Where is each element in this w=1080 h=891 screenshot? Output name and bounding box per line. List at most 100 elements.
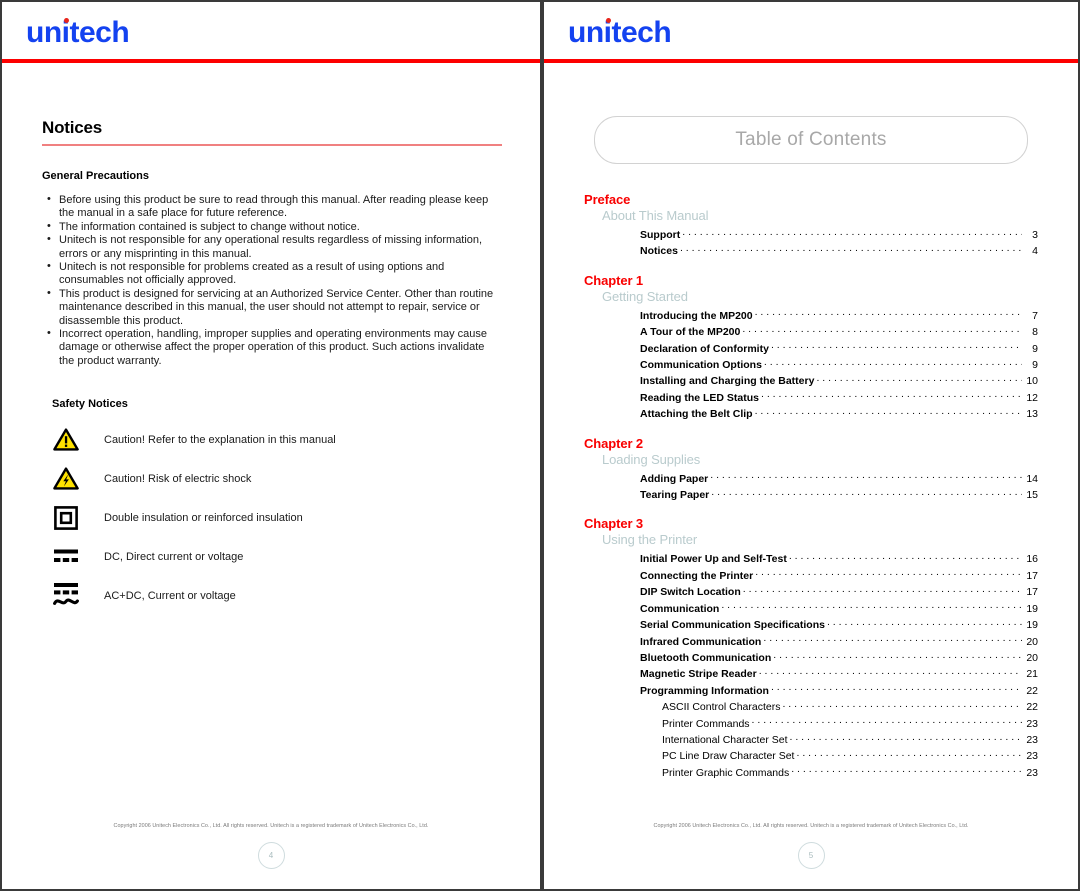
toc-entry-label: Adding Paper bbox=[640, 472, 709, 485]
toc-entry-label: Communication bbox=[640, 602, 720, 615]
general-precautions-heading: General Precautions bbox=[42, 170, 149, 182]
toc-entry-label: ASCII Control Characters bbox=[662, 701, 781, 714]
double-insulation-square-icon bbox=[40, 505, 92, 530]
toc-entry[interactable]: Declaration of Conformity 9 bbox=[640, 340, 1038, 356]
safety-notices-heading: Safety Notices bbox=[52, 398, 128, 411]
toc-entry-page-number: 23 bbox=[1026, 717, 1038, 730]
toc-section-heading: Getting Started bbox=[602, 288, 688, 304]
toc-dot-leader bbox=[721, 600, 1022, 612]
header-red-rule bbox=[2, 59, 540, 63]
toc-entry-page-number: 10 bbox=[1026, 375, 1038, 388]
toc-entry-page-number: 13 bbox=[1026, 408, 1038, 421]
page-left-body: Notices General Precautions Before using… bbox=[2, 118, 540, 615]
toc-dot-leader bbox=[816, 372, 1022, 384]
ac-dc-current-icon bbox=[40, 582, 92, 609]
toc-entry[interactable]: Reading the LED Status 12 bbox=[640, 389, 1038, 405]
toc-chapter-heading: Chapter 1 bbox=[584, 272, 644, 288]
toc-dot-leader bbox=[782, 698, 1022, 710]
toc-entry-page-number: 7 bbox=[1032, 309, 1038, 322]
table-of-contents-banner: Table of Contents bbox=[594, 116, 1028, 164]
toc-entry[interactable]: Tearing Paper 15 bbox=[640, 486, 1038, 502]
toc-entry-page-number: 9 bbox=[1032, 342, 1038, 355]
page-title-underline bbox=[42, 144, 502, 146]
toc-entry-page-number: 20 bbox=[1026, 635, 1038, 648]
toc-entry[interactable]: A Tour of the MP200 8 bbox=[640, 323, 1038, 339]
list-item: Caution! Refer to the explanation in thi… bbox=[40, 420, 502, 459]
toc-dot-leader bbox=[791, 764, 1022, 776]
warning-triangle-lightning-icon bbox=[40, 467, 92, 490]
unitech-logo: unitech bbox=[568, 16, 672, 50]
toc-entry-page-number: 19 bbox=[1026, 619, 1038, 632]
safety-item-label: Double insulation or reinforced insulati… bbox=[104, 511, 303, 524]
general-precautions-list: Before using this product be sure to rea… bbox=[40, 193, 502, 368]
toc-entry-page-number: 16 bbox=[1026, 553, 1038, 566]
toc-entry-label: Tearing Paper bbox=[640, 489, 710, 502]
toc-entry[interactable]: Support 3 bbox=[640, 226, 1038, 242]
toc-dot-leader bbox=[680, 242, 1022, 254]
table-of-contents-list: PrefaceAbout This Manual Support 3 Notices 4… bbox=[582, 192, 1040, 780]
toc-dot-leader bbox=[752, 715, 1022, 727]
toc-dot-leader bbox=[796, 747, 1022, 759]
toc-entry[interactable]: Connecting the Printer 17 bbox=[640, 567, 1038, 583]
toc-entry[interactable]: Communication 19 bbox=[640, 600, 1038, 616]
toc-entry[interactable]: Notices 4 bbox=[640, 242, 1038, 258]
toc-entry-label: Printer Commands bbox=[662, 717, 750, 730]
toc-entry-page-number: 22 bbox=[1026, 701, 1038, 714]
toc-entry-page-number: 17 bbox=[1026, 586, 1038, 599]
page-footer-right: Copyright 2006 Unitech Electronics Co., … bbox=[544, 823, 1078, 869]
toc-entry-page-number: 3 bbox=[1032, 229, 1038, 241]
toc-entry-page-number: 22 bbox=[1026, 684, 1038, 697]
toc-entry[interactable]: Programming Information 22 bbox=[640, 682, 1038, 698]
safety-item-label: AC+DC, Current or voltage bbox=[104, 589, 236, 602]
toc-entry-label: Printer Graphic Commands bbox=[662, 766, 790, 779]
toc-entry-label: Serial Communication Specifications bbox=[640, 619, 825, 632]
safety-notices-list: Caution! Refer to the explanation in thi… bbox=[40, 420, 502, 615]
toc-entry-label: Connecting the Printer bbox=[640, 569, 754, 582]
toc-section-heading: About This Manual bbox=[602, 208, 709, 223]
toc-entry-page-number: 21 bbox=[1026, 668, 1038, 681]
toc-dot-leader bbox=[761, 389, 1022, 401]
toc-entry-group: Support 3 Notices 4 bbox=[584, 226, 1040, 259]
toc-entry[interactable]: Printer Graphic Commands 23 bbox=[640, 764, 1038, 780]
toc-entry-page-number: 15 bbox=[1026, 489, 1038, 502]
toc-entry[interactable]: DIP Switch Location 17 bbox=[640, 583, 1038, 599]
toc-entry[interactable]: Communication Options 9 bbox=[640, 356, 1038, 372]
toc-entry[interactable]: International Character Set 23 bbox=[640, 731, 1038, 747]
toc-entry[interactable]: Initial Power Up and Self-Test 16 bbox=[640, 550, 1038, 566]
warning-triangle-exclamation-icon bbox=[40, 428, 92, 451]
toc-dot-leader bbox=[755, 567, 1022, 579]
toc-entry[interactable]: Installing and Charging the Battery 10 bbox=[640, 372, 1038, 388]
toc-entry[interactable]: Bluetooth Communication 20 bbox=[640, 649, 1038, 665]
document-spread: unitech Notices General Precautions Befo… bbox=[0, 0, 1080, 891]
toc-dot-leader bbox=[682, 226, 1022, 238]
toc-entry[interactable]: Serial Communication Specifications 19 bbox=[640, 616, 1038, 632]
toc-dot-leader bbox=[790, 731, 1023, 743]
toc-entry[interactable]: PC Line Draw Character Set 23 bbox=[640, 747, 1038, 763]
toc-chapter-heading: Chapter 3 bbox=[584, 516, 644, 532]
list-item: AC+DC, Current or voltage bbox=[40, 576, 502, 615]
toc-entry-label: Programming Information bbox=[640, 684, 769, 697]
toc-dot-leader bbox=[763, 633, 1022, 645]
toc-entry[interactable]: Attaching the Belt Clip 13 bbox=[640, 405, 1038, 421]
toc-entry[interactable]: Printer Commands 23 bbox=[640, 715, 1038, 731]
toc-entry-page-number: 23 bbox=[1026, 750, 1038, 763]
toc-entry[interactable]: Introducing the MP200 7 bbox=[640, 307, 1038, 323]
copyright-notice: Copyright 2006 Unitech Electronics Co., … bbox=[653, 823, 969, 829]
toc-entry-page-number: 17 bbox=[1026, 569, 1038, 582]
toc-entry[interactable]: Infrared Communication 20 bbox=[640, 633, 1038, 649]
toc-entry-label: Declaration of Conformity bbox=[640, 342, 769, 355]
page-title: Notices bbox=[42, 118, 103, 137]
toc-entry-label: Installing and Charging the Battery bbox=[640, 375, 815, 388]
toc-entry[interactable]: Adding Paper 14 bbox=[640, 470, 1038, 486]
unitech-logo-dot-icon bbox=[64, 18, 69, 23]
toc-entry-label: Introducing the MP200 bbox=[640, 309, 753, 322]
header-red-rule bbox=[544, 59, 1078, 63]
toc-entry-page-number: 14 bbox=[1026, 472, 1038, 485]
toc-dot-leader bbox=[789, 550, 1022, 562]
toc-entry[interactable]: ASCII Control Characters 22 bbox=[640, 698, 1038, 714]
list-item: This product is designed for servicing a… bbox=[46, 287, 502, 328]
toc-entry-label: PC Line Draw Character Set bbox=[662, 750, 795, 763]
page-right-body: Table of Contents Preface About This Manu… bbox=[544, 116, 1078, 780]
toc-entry[interactable]: Magnetic Stripe Reader 21 bbox=[640, 665, 1038, 681]
safety-item-label: Caution! Risk of electric shock bbox=[104, 472, 252, 485]
